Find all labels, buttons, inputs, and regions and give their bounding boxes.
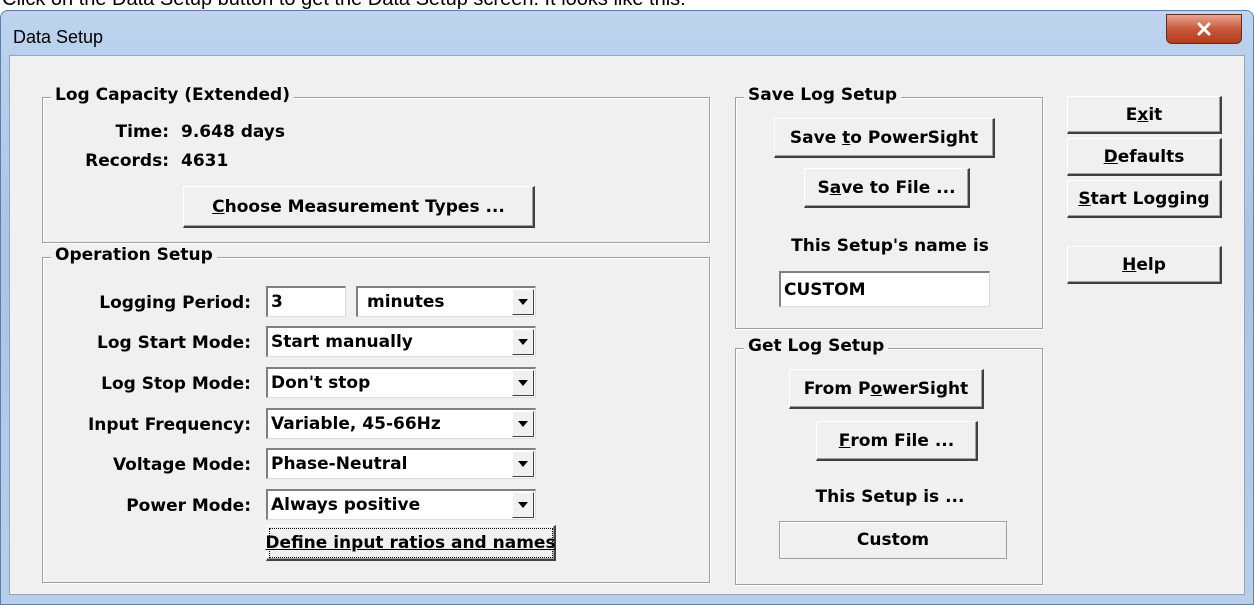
save-powersight-text-pre: Save xyxy=(789,127,843,148)
from-file-button[interactable]: From File ... xyxy=(816,421,978,461)
exit-accel: x xyxy=(1137,104,1149,125)
choose-measurement-types-button[interactable]: Choose Measurement Types ... xyxy=(183,186,535,228)
setup-name-value: CUSTOM xyxy=(784,279,866,300)
start-logging-button[interactable]: Start Logging xyxy=(1067,180,1222,218)
chevron-down-icon[interactable] xyxy=(512,329,534,355)
choose-button-accel: C xyxy=(212,196,225,217)
start-logging-text-post: tart Logging xyxy=(1090,188,1210,209)
logging-period-unit-select[interactable]: minutes xyxy=(356,286,536,317)
operation-setup-group: Operation Setup Logging Period: 3 minute… xyxy=(42,245,710,583)
records-label: Records: xyxy=(85,151,169,171)
chevron-down-icon[interactable] xyxy=(512,451,534,477)
from-powersight-button[interactable]: From Po werSight xyxy=(789,369,984,409)
save-log-setup-group: Save Log Setup Save to PowerSight Sa ve t… xyxy=(735,85,1043,329)
defaults-text-post: efaults xyxy=(1117,146,1185,167)
help-button[interactable]: Help xyxy=(1067,246,1222,284)
log-stop-mode-select[interactable]: Don't stop xyxy=(266,367,536,398)
input-frequency-value: Variable, 45-66Hz xyxy=(271,414,441,434)
save-to-file-button[interactable]: Sa ve to File ... xyxy=(804,168,970,208)
logging-period-label: Logging Period: xyxy=(99,293,251,313)
define-input-ratios-label: Define input ratios and names xyxy=(265,532,556,553)
setup-name-input[interactable]: CUSTOM xyxy=(779,271,990,307)
get-log-setup-group: Get Log Setup From Po werSight From File … xyxy=(735,336,1043,585)
save-file-text-pre: S xyxy=(817,177,830,198)
chevron-down-icon[interactable] xyxy=(512,411,534,437)
save-powersight-text-post: o PowerSight xyxy=(850,127,979,148)
close-icon xyxy=(1197,22,1211,36)
logging-period-unit-value: minutes xyxy=(367,292,445,312)
from-powersight-text-pre: From P xyxy=(803,378,871,399)
save-file-text-post: ve to File ... xyxy=(841,177,956,198)
defaults-accel: D xyxy=(1103,146,1118,167)
records-value: 4631 xyxy=(181,151,229,171)
logging-period-input[interactable]: 3 xyxy=(266,286,346,317)
choose-button-text-post: hoose Measurement Types ... xyxy=(224,196,505,217)
help-accel: H xyxy=(1122,254,1137,275)
voltage-mode-select[interactable]: Phase-Neutral xyxy=(266,448,536,479)
operation-setup-legend: Operation Setup xyxy=(51,245,217,265)
setup-name-label: This Setup's name is xyxy=(791,236,989,256)
close-button[interactable] xyxy=(1166,14,1242,44)
log-capacity-legend: Log Capacity (Extended) xyxy=(51,85,294,105)
exit-button[interactable]: Ex it xyxy=(1067,96,1222,134)
input-frequency-label: Input Frequency: xyxy=(87,415,251,435)
defaults-button[interactable]: Defaults xyxy=(1067,138,1222,176)
start-logging-accel: S xyxy=(1078,188,1091,209)
document-caption-text: Click on the Data Setup button to get th… xyxy=(2,0,686,10)
input-frequency-select[interactable]: Variable, 45-66Hz xyxy=(266,408,536,439)
setup-is-value: Custom xyxy=(856,530,930,550)
log-stop-mode-value: Don't stop xyxy=(271,373,371,393)
power-mode-label: Power Mode: xyxy=(126,496,251,516)
save-log-setup-legend: Save Log Setup xyxy=(744,85,902,105)
define-input-ratios-button[interactable]: Define input ratios and names xyxy=(265,525,556,561)
from-powersight-accel: o xyxy=(870,378,883,399)
voltage-mode-label: Voltage Mode: xyxy=(112,455,251,475)
from-file-accel: F xyxy=(838,430,851,451)
data-setup-window: Data Setup Log Capacity (Extended) Time:… xyxy=(0,10,1254,605)
log-start-mode-select[interactable]: Start manually xyxy=(266,326,536,357)
log-start-mode-value: Start manually xyxy=(271,332,413,352)
chevron-down-icon[interactable] xyxy=(512,370,534,396)
time-value: 9.648 days xyxy=(181,122,286,142)
save-powersight-accel: t xyxy=(842,127,851,148)
power-mode-select[interactable]: Always positive xyxy=(266,489,536,520)
setup-is-label: This Setup is ... xyxy=(815,487,965,507)
time-label: Time: xyxy=(115,122,169,142)
chevron-down-icon[interactable] xyxy=(512,492,534,518)
get-log-setup-legend: Get Log Setup xyxy=(744,336,889,356)
log-start-mode-label: Log Start Mode: xyxy=(97,333,251,353)
exit-text-post: it xyxy=(1148,104,1163,125)
save-to-powersight-button[interactable]: Save to PowerSight xyxy=(774,118,995,158)
from-file-text-post: rom File ... xyxy=(850,430,955,451)
logging-period-value: 3 xyxy=(271,292,283,312)
log-stop-mode-label: Log Stop Mode: xyxy=(101,374,251,394)
setup-is-value-box: Custom xyxy=(779,521,1007,559)
save-file-accel: a xyxy=(829,177,842,198)
exit-text-pre: E xyxy=(1125,104,1138,125)
voltage-mode-value: Phase-Neutral xyxy=(271,454,408,474)
chevron-down-icon[interactable] xyxy=(512,289,534,315)
log-capacity-group: Log Capacity (Extended) Time: 9.648 days… xyxy=(42,85,710,243)
dialog-client-area: Log Capacity (Extended) Time: 9.648 days… xyxy=(9,55,1245,595)
from-powersight-text-post: werSight xyxy=(882,378,969,399)
power-mode-value: Always positive xyxy=(271,495,421,515)
help-text-post: elp xyxy=(1136,254,1166,275)
window-title: Data Setup xyxy=(13,27,104,47)
